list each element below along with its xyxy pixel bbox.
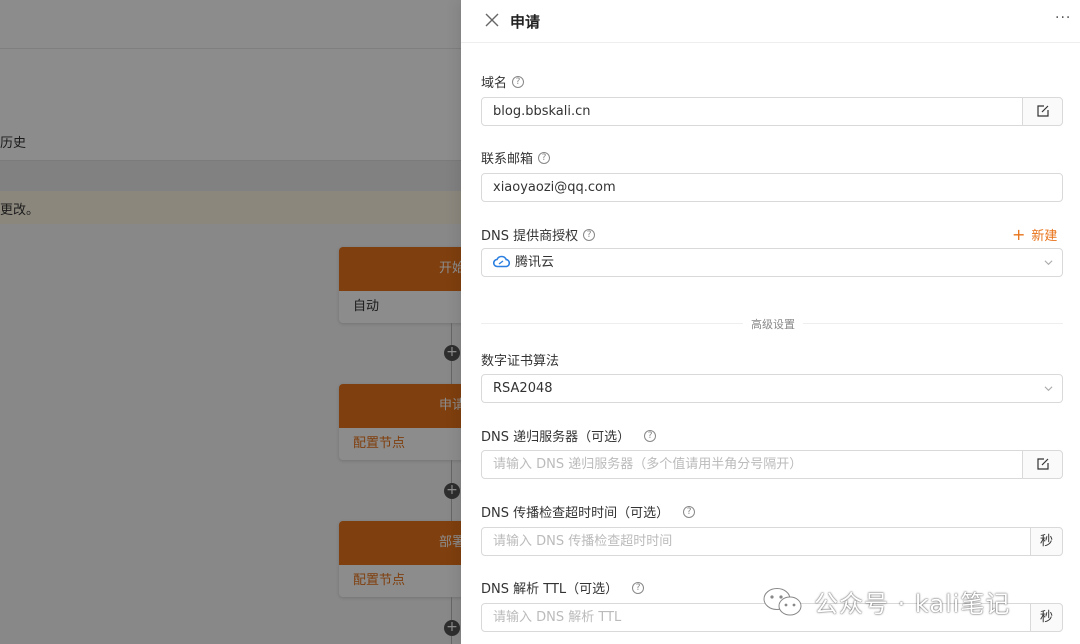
dns-server-input[interactable]: 请输入 DNS 递归服务器（多个值请用半角分号隔开） [481, 450, 1023, 479]
email-input[interactable]: xiaoyaozi@qq.com [481, 173, 1063, 202]
edit-icon [1036, 458, 1049, 470]
more-icon[interactable]: ··· [1055, 10, 1071, 26]
dns-timeout-unit: 秒 [1030, 527, 1063, 556]
dns-ttl-unit: 秒 [1030, 603, 1063, 632]
dns-provider-value: 腾讯云 [515, 255, 555, 270]
watermark: 公众号 · kali笔记 [762, 584, 1010, 619]
workflow-background: 历史 更改。 开始 自动 + 申请 配置节点 + 部署 配置节点 + [0, 0, 461, 644]
algorithm-value: RSA2048 [493, 381, 553, 396]
plus-icon: + [1012, 225, 1026, 244]
dns-server-label: DNS 递归服务器（可选）? [481, 426, 657, 445]
new-provider-button[interactable]: + 新建 [1012, 225, 1057, 244]
chevron-down-icon [1044, 386, 1053, 392]
tencent-cloud-icon [492, 255, 511, 268]
help-icon[interactable]: ? [583, 228, 596, 241]
apply-drawer: 申请 ··· 域名? blog.bbskali.cn 联系邮箱? xiaoyao… [461, 0, 1080, 644]
close-icon[interactable] [483, 11, 501, 29]
help-icon[interactable]: ? [683, 505, 696, 518]
help-icon[interactable]: ? [632, 581, 645, 594]
help-icon[interactable]: ? [512, 75, 525, 88]
help-icon[interactable]: ? [538, 151, 551, 164]
dns-ttl-label: DNS 解析 TTL（可选）? [481, 578, 645, 597]
domain-input[interactable]: blog.bbskali.cn [481, 97, 1023, 126]
domain-edit-button[interactable] [1022, 97, 1063, 126]
algorithm-select[interactable]: RSA2048 [481, 374, 1063, 403]
modal-mask[interactable] [0, 0, 461, 644]
dns-timeout-label: DNS 传播检查超时时间（可选）? [481, 502, 696, 521]
advanced-settings-label: 高级设置 [743, 316, 803, 332]
dns-provider-label: DNS 提供商授权? [481, 225, 596, 244]
help-icon[interactable]: ? [644, 429, 657, 442]
edit-icon [1036, 105, 1049, 117]
watermark-text: 公众号 · kali笔记 [814, 590, 1011, 618]
dns-provider-select[interactable]: 腾讯云 [481, 248, 1063, 277]
drawer-header: 申请 ··· [461, 0, 1080, 43]
email-label: 联系邮箱? [481, 148, 551, 167]
wechat-icon [763, 587, 802, 615]
dns-server-edit-button[interactable] [1022, 450, 1063, 479]
algorithm-label: 数字证书算法 [481, 354, 560, 369]
chevron-down-icon [1044, 260, 1053, 266]
drawer-title: 申请 [510, 13, 541, 31]
dns-timeout-input[interactable]: 请输入 DNS 传播检查超时时间 [481, 527, 1031, 556]
domain-label: 域名? [481, 72, 525, 91]
